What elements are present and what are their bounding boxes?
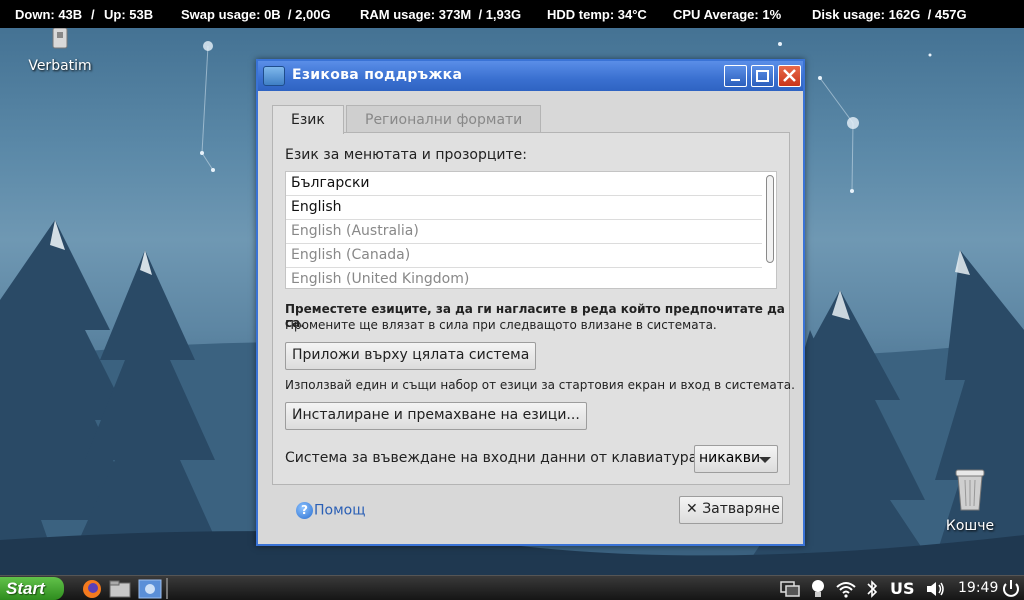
network-down: Down: 43B — [15, 6, 83, 22]
trash-desktop-icon[interactable]: Кошче — [938, 466, 1002, 534]
hdd-temp: HDD temp: 34°C — [547, 6, 647, 22]
ram-usage: RAM usage: 373M / 1,93G — [360, 6, 522, 22]
workspace-switcher-icon[interactable] — [779, 579, 801, 599]
clock[interactable]: 19:49 — [958, 580, 998, 596]
conky-separator: / — [91, 6, 95, 22]
language-item-english-canada[interactable]: English (Canada) — [286, 244, 762, 268]
system-monitor-bar: Down: 43B / Up: 53B Swap usage: 0B / 2,0… — [0, 0, 1024, 28]
bluetooth-icon[interactable] — [865, 579, 879, 599]
maximize-button[interactable] — [751, 65, 774, 87]
maximize-icon — [756, 70, 769, 82]
close-x-icon: ✕ — [686, 501, 698, 517]
usb-drive-desktop-icon[interactable]: Verbatim — [22, 27, 98, 74]
network-up: Up: 53B — [104, 6, 154, 22]
minimize-icon — [731, 79, 740, 81]
effect-hint-text: Промените ще влязат в сила при следващот… — [285, 318, 717, 332]
notifications-bulb-icon[interactable] — [809, 578, 827, 600]
close-button-label: Затваряне — [702, 501, 780, 517]
dropdown-arrow-icon — [759, 457, 771, 463]
language-list[interactable]: Български English English (Australia) En… — [285, 171, 777, 289]
minimize-button[interactable] — [724, 65, 747, 87]
taskbar-separator — [166, 578, 168, 599]
language-support-task-icon[interactable] — [138, 578, 162, 600]
power-icon[interactable] — [1000, 578, 1022, 600]
window-title: Езикова поддръжка — [292, 67, 463, 83]
input-method-label: Система за въвеждане на входни данни от … — [285, 450, 719, 466]
tab-language[interactable]: Език — [272, 105, 344, 134]
tab-regional-formats[interactable]: Регионални формати — [346, 105, 542, 132]
start-button[interactable]: Start — [0, 577, 64, 600]
firefox-icon[interactable] — [80, 578, 104, 600]
language-support-window: Езикова поддръжка Език Регионални формат… — [256, 59, 805, 546]
input-method-select[interactable]: никакви — [694, 445, 778, 473]
close-button[interactable]: ✕ Затваряне — [679, 496, 783, 524]
usb-drive-icon — [52, 27, 68, 49]
swap-usage: Swap usage: 0B / 2,00G — [181, 6, 331, 22]
language-item-bulgarian[interactable]: Български — [286, 172, 762, 196]
language-item-english[interactable]: English — [286, 196, 762, 220]
window-titlebar[interactable]: Езикова поддръжка — [258, 61, 803, 91]
disk-usage: Disk usage: 162G / 457G — [812, 6, 967, 22]
file-manager-icon[interactable] — [108, 578, 132, 600]
input-method-value: никакви — [699, 450, 761, 466]
language-list-scrollbar[interactable] — [766, 175, 774, 263]
wifi-icon[interactable] — [835, 579, 857, 599]
usb-drive-label: Verbatim — [28, 58, 92, 74]
cpu-average: CPU Average: 1% — [673, 6, 782, 22]
menu-language-label: Език за менютата и прозорците: — [285, 147, 527, 163]
language-item-english-uk[interactable]: English (United Kingdom) — [286, 268, 762, 288]
trash-icon — [955, 469, 985, 511]
keyboard-layout-indicator[interactable]: US — [890, 579, 915, 598]
help-label: Помощ — [314, 502, 366, 519]
close-window-button[interactable] — [778, 65, 801, 87]
apply-system-wide-button[interactable]: Приложи върху цялата система — [285, 342, 537, 370]
close-icon — [783, 69, 796, 82]
language-support-app-icon — [263, 66, 285, 86]
help-link[interactable]: ? Помощ — [296, 502, 365, 519]
language-item-english-australia[interactable]: English (Australia) — [286, 220, 762, 244]
volume-icon[interactable] — [925, 579, 947, 599]
taskbar: Start US 19:49 — [0, 575, 1024, 600]
same-set-hint-text: Използвай един и същи набор от езици за … — [285, 378, 795, 392]
install-remove-languages-button[interactable]: Инсталиране и премахване на езици... — [285, 402, 587, 430]
trash-label: Кошче — [945, 518, 995, 534]
help-icon: ? — [296, 502, 313, 519]
